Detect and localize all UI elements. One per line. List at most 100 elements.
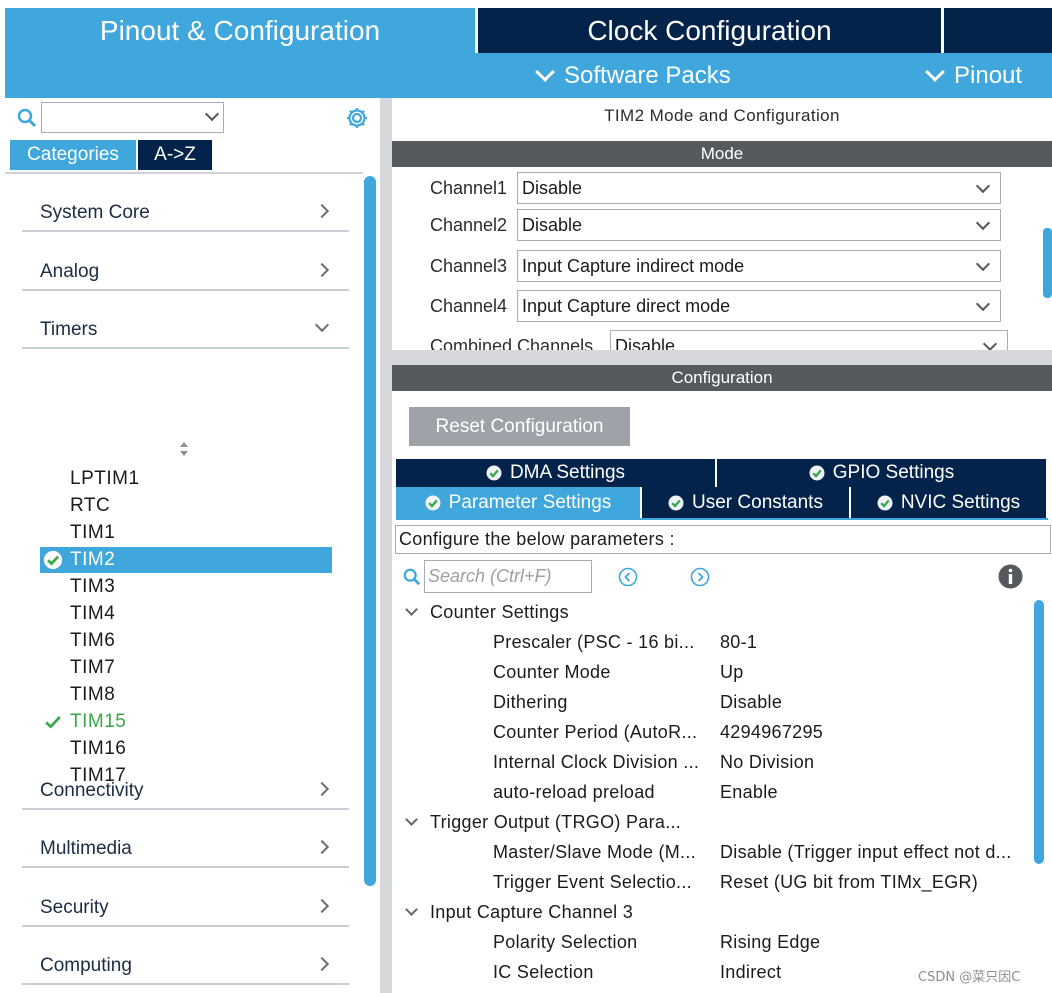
tab-parameter-settings[interactable]: Parameter Settings xyxy=(396,487,640,518)
tab-user-constants[interactable]: User Constants xyxy=(642,487,849,518)
timer-item-tim3[interactable]: TIM3 xyxy=(40,574,332,600)
tab-nvic-settings[interactable]: NVIC Settings xyxy=(851,487,1046,518)
tab-clock-configuration[interactable]: Clock Configuration xyxy=(478,8,941,53)
category-computing[interactable]: Computing xyxy=(22,945,349,985)
parameter-row[interactable]: Counter Period (AutoR... 4294967295 xyxy=(392,718,1032,748)
right-panel: TIM2 Mode and Configuration Mode Channel… xyxy=(392,98,1052,993)
category-multimedia[interactable]: Multimedia xyxy=(22,828,349,868)
timer-item-tim4[interactable]: TIM4 xyxy=(40,601,332,627)
timer-item-tim1[interactable]: TIM1 xyxy=(40,520,332,546)
chevron-right-icon xyxy=(314,898,330,914)
timer-item-lptim1[interactable]: LPTIM1 xyxy=(40,466,332,492)
parameter-row[interactable]: Prescaler (PSC - 16 bi... 80-1 xyxy=(392,628,1032,658)
tab-a-to-z[interactable]: A->Z xyxy=(138,140,212,170)
parameter-value[interactable]: Up xyxy=(720,662,1032,683)
chevron-down-icon[interactable] xyxy=(405,813,418,826)
channel-mode-select[interactable]: Disable xyxy=(610,330,1008,350)
timer-item-tim8[interactable]: TIM8 xyxy=(40,682,332,708)
parameter-row[interactable]: Dithering Disable xyxy=(392,688,1032,718)
check-circle-icon xyxy=(425,495,441,510)
timer-item-tim6[interactable]: TIM6 xyxy=(40,628,332,654)
category-label: Multimedia xyxy=(40,838,132,859)
parameter-name: Dithering xyxy=(493,692,568,712)
tabs-underline xyxy=(396,518,1048,520)
parameter-value[interactable]: Enable xyxy=(720,782,1032,803)
parameter-group[interactable]: Input Capture Channel 3 xyxy=(392,898,1032,928)
info-icon[interactable] xyxy=(998,564,1023,589)
category-security[interactable]: Security xyxy=(22,887,349,927)
chevron-down-icon[interactable] xyxy=(405,603,418,616)
parameter-value[interactable]: Disable xyxy=(720,692,1032,713)
parameter-tree-scrollbar[interactable] xyxy=(1034,600,1044,864)
channel-mode-select[interactable]: Disable xyxy=(517,172,1001,204)
channel-mode-select[interactable]: Disable xyxy=(517,209,1001,241)
parameter-tree: Counter Settings Prescaler (PSC - 16 bi..… xyxy=(392,598,1032,993)
chevron-down-icon[interactable] xyxy=(405,903,418,916)
chevron-down-icon xyxy=(925,61,945,82)
channel-label: Channel1 xyxy=(430,178,508,198)
parameter-row[interactable]: Counter Mode Up xyxy=(392,658,1032,688)
timer-item-rtc[interactable]: RTC xyxy=(40,493,332,519)
tab-label: NVIC Settings xyxy=(900,491,1021,513)
pinout-menu[interactable]: Pinout xyxy=(925,53,1022,98)
category-timers[interactable]: Timers xyxy=(22,309,349,349)
parameter-value[interactable]: Disable (Trigger input effect not d... xyxy=(720,842,1032,863)
timer-item-tim15[interactable]: TIM15 xyxy=(40,709,332,735)
next-match-icon[interactable] xyxy=(690,567,710,587)
parameter-name: Counter Mode xyxy=(493,662,611,682)
tab-label: DMA Settings xyxy=(509,462,626,483)
category-list-scrollbar[interactable] xyxy=(364,176,376,886)
panel-splitter[interactable] xyxy=(380,98,392,993)
section-splitter[interactable] xyxy=(392,350,1052,365)
chevron-down-icon xyxy=(975,215,991,231)
timer-label: TIM3 xyxy=(70,576,116,597)
parameter-value[interactable]: Rising Edge xyxy=(720,932,1032,953)
tab-pinout-configuration[interactable]: Pinout & Configuration xyxy=(5,8,475,53)
check-icon xyxy=(45,716,61,729)
parameter-value[interactable]: Reset (UG bit from TIMx_EGR) xyxy=(720,872,1032,893)
parameter-name: Prescaler (PSC - 16 bi... xyxy=(493,632,695,652)
previous-match-icon[interactable] xyxy=(618,567,638,587)
chevron-right-icon xyxy=(314,956,330,972)
category-label: Computing xyxy=(40,955,132,976)
parameter-row[interactable]: Polarity Selection Rising Edge xyxy=(392,928,1032,958)
parameter-group[interactable]: Trigger Output (TRGO) Para... xyxy=(392,808,1032,838)
parameter-value[interactable]: 4294967295 xyxy=(720,722,1032,743)
software-packs-menu[interactable]: Software Packs xyxy=(535,53,731,98)
reset-configuration-button[interactable]: Reset Configuration xyxy=(409,407,630,446)
tab-overflow[interactable] xyxy=(944,8,1052,53)
channel-mode-row: Channel3 Input Capture indirect mode xyxy=(430,250,1030,282)
timer-item-tim17[interactable]: TIM17 xyxy=(40,763,332,789)
tab-dma-settings[interactable]: DMA Settings xyxy=(396,459,715,487)
chevron-down-icon xyxy=(975,178,991,194)
timer-item-tim7[interactable]: TIM7 xyxy=(40,655,332,681)
parameter-name: Polarity Selection xyxy=(493,932,638,952)
timer-label: LPTIM1 xyxy=(70,468,140,489)
timer-item-tim16[interactable]: TIM16 xyxy=(40,736,332,762)
channel-label: Channel2 xyxy=(430,215,508,235)
channel-mode-select[interactable]: Input Capture direct mode xyxy=(517,290,1001,322)
mode-scrollbar[interactable] xyxy=(1043,228,1052,298)
timer-label: TIM15 xyxy=(70,711,127,732)
category-search-combobox[interactable] xyxy=(41,102,224,133)
gear-icon[interactable] xyxy=(345,106,369,130)
channel-mode-select[interactable]: Input Capture indirect mode xyxy=(517,250,1001,282)
parameter-group[interactable]: Counter Settings xyxy=(392,598,1032,628)
parameter-value[interactable]: 80-1 xyxy=(720,632,1032,653)
parameter-row[interactable]: Trigger Event Selectio... Reset (UG bit f… xyxy=(392,868,1032,898)
parameter-search-input[interactable]: Search (Ctrl+F) xyxy=(424,560,592,593)
parameter-row[interactable]: auto-reload preload Enable xyxy=(392,778,1032,808)
channel-label: Channel3 xyxy=(430,256,508,276)
sort-icon[interactable] xyxy=(178,440,190,458)
parameter-value[interactable]: No Division xyxy=(720,752,1032,773)
category-analog[interactable]: Analog xyxy=(22,251,349,291)
parameter-row[interactable]: Internal Clock Division ... No Division xyxy=(392,748,1032,778)
tab-gpio-settings[interactable]: GPIO Settings xyxy=(717,459,1046,487)
panel-title: TIM2 Mode and Configuration xyxy=(604,106,840,125)
parameter-row[interactable]: Master/Slave Mode (M... Disable (Trigger … xyxy=(392,838,1032,868)
category-system-core[interactable]: System Core xyxy=(22,192,349,232)
chevron-right-icon xyxy=(314,203,330,219)
tab-categories[interactable]: Categories xyxy=(10,140,136,170)
parameter-name: Counter Period (AutoR... xyxy=(493,722,698,742)
timer-item-tim2[interactable]: TIM2 xyxy=(40,547,332,573)
